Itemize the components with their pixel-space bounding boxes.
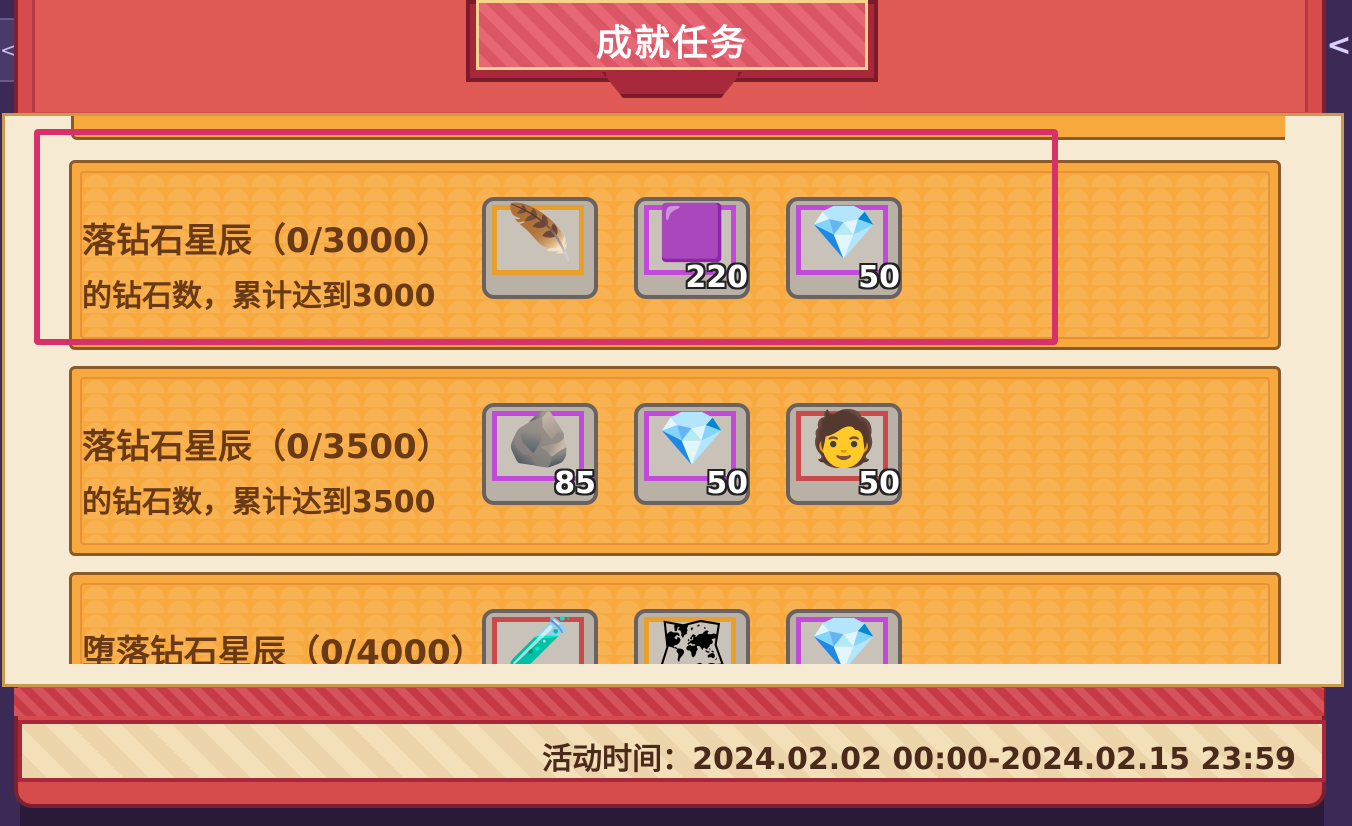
ore-stone-icon: 🪨 [506, 407, 574, 470]
reward-item[interactable]: 🗺 [634, 609, 750, 664]
reward-item[interactable]: 🧪 [482, 609, 598, 664]
event-time-text: 活动时间：2024.02.02 00:00-2024.02.15 23:59 [542, 742, 1296, 777]
reward-item[interactable]: 🪨 85 [482, 403, 598, 505]
potion-flask-icon: 🧪 [506, 613, 574, 664]
reward-count: 50 [858, 466, 900, 501]
reward-item[interactable]: 💎 [786, 609, 902, 664]
title-plaque-notch [602, 72, 742, 98]
reward-item[interactable]: 💎 50 [634, 403, 750, 505]
task-title: 落钻石星辰（0/3500） [82, 427, 451, 467]
reward-count: 50 [706, 466, 748, 501]
blue-diamond-icon: 💎 [658, 407, 726, 470]
character-portrait-icon: 🧑 [810, 407, 878, 470]
blue-diamond-icon: 💎 [810, 613, 878, 664]
tile-map-icon: 🗺 [658, 613, 727, 664]
task-card[interactable]: 落钻石星辰（0/3500） 的钻石数，累计达到3500 🪨 85 💎 50 🧑 … [69, 366, 1281, 556]
title-plaque: 成就任务 [466, 0, 878, 100]
task-card[interactable]: 堕落钻石星辰（0/4000） 🧪 🗺 💎 [69, 572, 1281, 664]
reward-count: 85 [554, 466, 596, 501]
reward-item[interactable]: 🧑 50 [786, 403, 902, 505]
footer-pattern [14, 688, 1324, 716]
page-title: 成就任务 [595, 23, 748, 64]
nav-arrow-icon[interactable]: < [1326, 24, 1352, 68]
event-time-bar: 活动时间：2024.02.02 00:00-2024.02.15 23:59 [18, 720, 1326, 782]
highlight-box [34, 129, 1058, 345]
task-title: 堕落钻石星辰（0/4000） [82, 633, 485, 664]
task-description: 的钻石数，累计达到3500 [82, 485, 436, 520]
